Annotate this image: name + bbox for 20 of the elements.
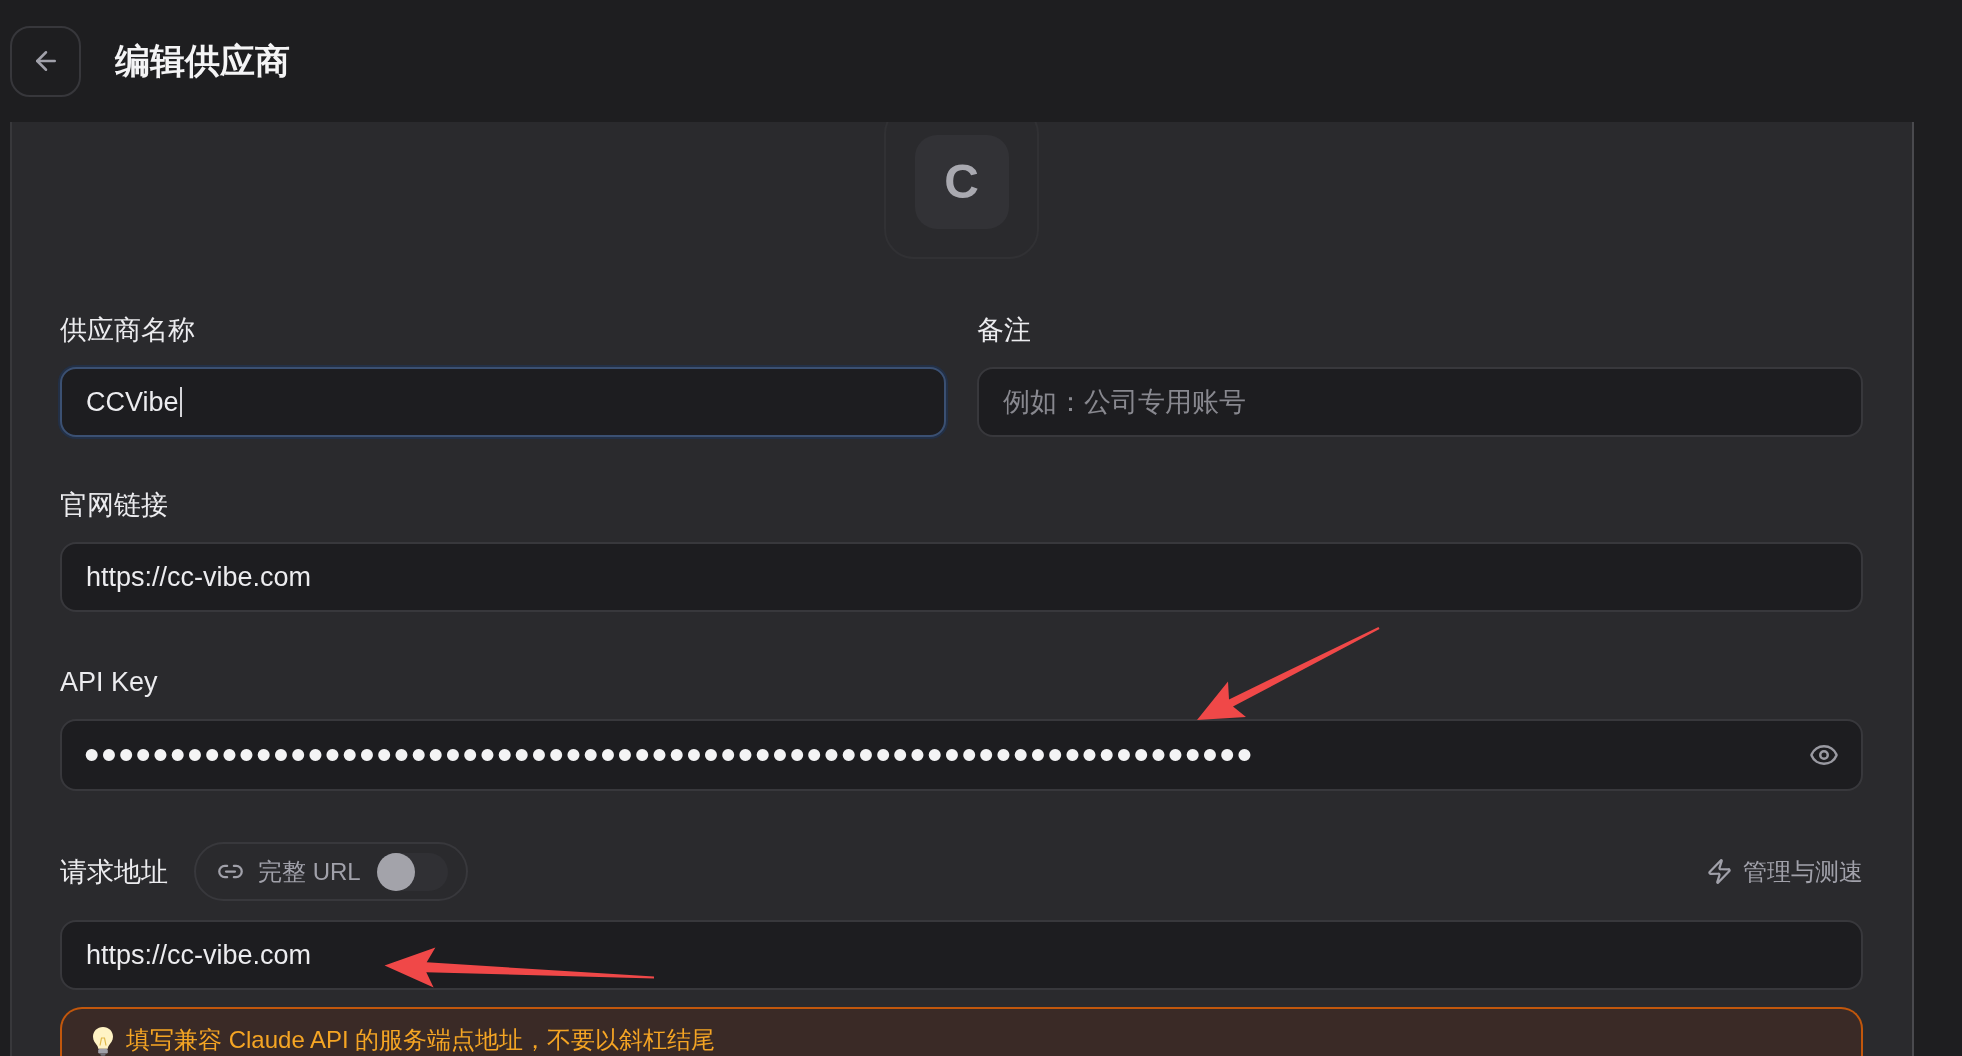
password-input[interactable]: •••••••••••••••••••••••••••••••••••••••••••••••••••••••••••••••••••• — [60, 719, 1863, 791]
field-label: 供应商名称 — [60, 314, 195, 346]
field-label: 备注 — [977, 314, 1031, 346]
toggle-switch[interactable] — [376, 852, 448, 891]
lightbulb-icon — [92, 1026, 114, 1056]
manage-speed-test-button[interactable]: 管理与测速 — [1706, 856, 1863, 887]
hint-text: 填写兼容 Claude API 的服务端点地址，不要以斜杠结尾 — [126, 1027, 716, 1053]
back-button[interactable] — [10, 25, 81, 97]
text-input[interactable]: https://cc-vibe.com — [60, 542, 1863, 612]
lightning-icon — [1706, 858, 1733, 885]
text-input[interactable]: https://cc-vibe.com — [60, 920, 1863, 990]
provider-avatar: C — [914, 134, 1009, 229]
field-label: 请求地址 — [60, 855, 168, 888]
field-label: API Key — [60, 666, 158, 698]
text-input[interactable]: CCVibe — [60, 367, 946, 437]
text-cursor — [179, 387, 182, 417]
full-url-toggle[interactable]: 完整 URL — [194, 842, 468, 901]
page-title: 编辑供应商 — [115, 40, 290, 82]
field-label: 官网链接 — [60, 489, 168, 521]
text-input[interactable]: 例如：公司专用账号 — [977, 367, 1863, 437]
